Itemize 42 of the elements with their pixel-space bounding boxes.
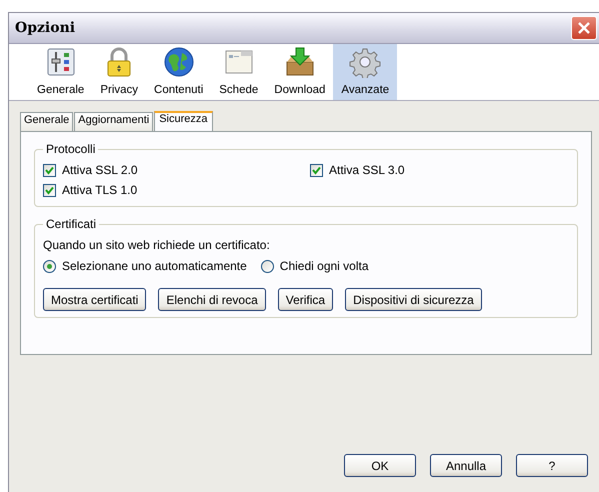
tab[interactable]: Aggiornamenti <box>74 112 154 131</box>
globe-icon <box>162 46 195 78</box>
dialog-button[interactable]: Annulla <box>430 454 502 477</box>
certificate-button[interactable]: Verifica <box>278 288 334 311</box>
checkbox-label[interactable]: Attiva TLS 1.0 <box>62 183 138 197</box>
toolbar-label: Schede <box>219 84 258 96</box>
tab[interactable]: Generale <box>20 112 74 131</box>
toolbar-item[interactable]: Contenuti <box>146 44 212 100</box>
toolbar-item[interactable]: Generale <box>29 44 92 100</box>
box-download-icon <box>284 46 316 78</box>
prompt-text: Quando un sito web richiede un certificato: <box>43 238 271 252</box>
radio-label[interactable]: Selezionane uno automaticamente <box>62 259 247 273</box>
certificate-button[interactable]: Elenchi di revoca <box>158 288 266 311</box>
radio-button[interactable] <box>43 260 56 272</box>
group-title: Protocolli <box>45 142 96 156</box>
tab[interactable]: Sicurezza <box>154 111 212 131</box>
checkbox[interactable] <box>310 164 323 176</box>
toolbar-label: Download <box>274 84 326 96</box>
close-button[interactable] <box>571 16 597 40</box>
group-title: Certificati <box>45 217 98 231</box>
checkbox[interactable] <box>43 164 56 176</box>
certificate-button[interactable]: Dispositivi di sicurezza <box>345 288 482 311</box>
sliders-icon <box>44 46 77 78</box>
window-title: Opzioni <box>15 20 76 36</box>
toolbar-label: Contenuti <box>154 84 204 96</box>
dialog-button[interactable]: ? <box>516 454 588 477</box>
toolbar-item[interactable]: Privacy <box>92 44 146 100</box>
toolbar-item[interactable]: Schede <box>211 44 266 100</box>
checkbox-label[interactable]: Attiva SSL 3.0 <box>329 163 405 177</box>
toolbar-label: Generale <box>37 84 84 96</box>
toolbar-label: Privacy <box>100 84 138 96</box>
gear-icon <box>349 46 382 78</box>
radio-button[interactable] <box>260 260 274 272</box>
dialog-button[interactable]: OK <box>344 454 416 477</box>
certificate-button[interactable]: Mostra certificati <box>43 288 146 311</box>
toolbar-item[interactable]: Download <box>266 44 334 100</box>
toolbar-item[interactable]: Avanzate <box>333 44 398 100</box>
radio-label[interactable]: Chiedi ogni volta <box>280 259 369 273</box>
toolbar-label: Avanzate <box>341 84 390 96</box>
close-icon <box>577 21 591 35</box>
checkbox[interactable] <box>43 184 56 196</box>
checkbox-label[interactable]: Attiva SSL 2.0 <box>62 163 138 177</box>
